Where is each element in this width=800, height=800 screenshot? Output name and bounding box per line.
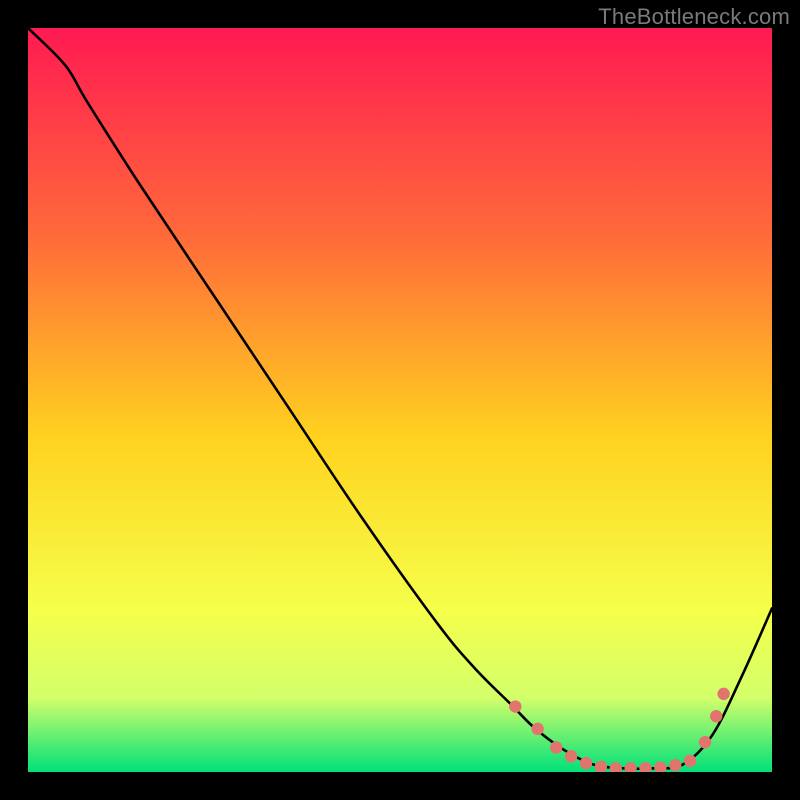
highlight-dot — [550, 741, 562, 753]
highlight-dot — [669, 759, 681, 771]
highlight-dot — [565, 750, 577, 762]
chart-frame: TheBottleneck.com — [0, 0, 800, 800]
gradient-background — [28, 28, 772, 772]
plot-area — [28, 28, 772, 772]
highlight-dot — [509, 700, 521, 712]
bottleneck-chart — [28, 28, 772, 772]
highlight-dot — [710, 710, 722, 722]
highlight-dot — [717, 688, 729, 700]
watermark-text: TheBottleneck.com — [598, 4, 790, 30]
highlight-dot — [699, 736, 711, 748]
highlight-dot — [580, 757, 592, 769]
highlight-dot — [531, 723, 543, 735]
highlight-dot — [684, 755, 696, 767]
